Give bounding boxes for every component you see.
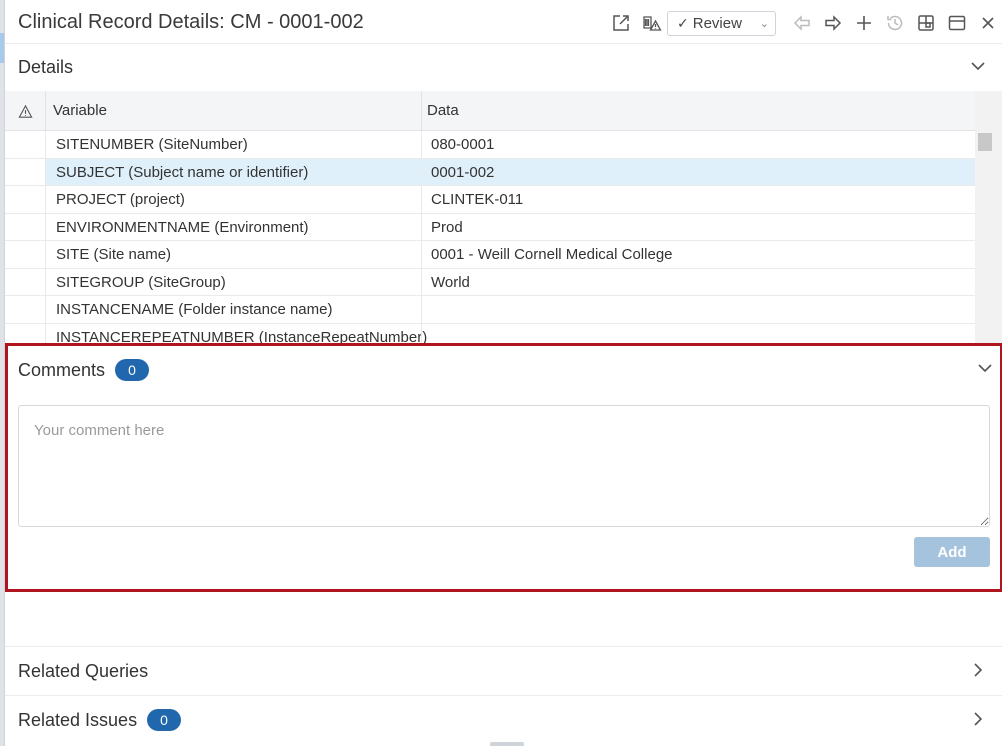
panel-icon[interactable] [941, 9, 972, 37]
comments-count-badge: 0 [115, 359, 150, 381]
column-divider[interactable] [421, 91, 422, 131]
related-queries-section-header[interactable]: Related Queries [5, 648, 1002, 695]
table-scrollbar-thumb[interactable] [978, 133, 992, 151]
details-table: Variable Data SITENUMBER (SiteNumber) 080… [5, 91, 1002, 343]
chevron-right-icon [974, 712, 983, 726]
details-title: Details [18, 56, 74, 77]
add-comment-button[interactable]: Add [914, 537, 990, 567]
layout-icon[interactable] [910, 9, 941, 37]
forward-arrow-icon[interactable] [817, 9, 848, 37]
data-cell: CLINTEK-011 [431, 191, 524, 208]
table-row[interactable]: SITENUMBER (SiteNumber) 080-0001 [5, 131, 975, 159]
variable-cell: ENVIRONMENTNAME (Environment) [56, 218, 309, 236]
warning-icon [17, 104, 33, 118]
data-cell: 0001 - Weill Cornell Medical College [431, 246, 673, 263]
resize-handle[interactable] [490, 742, 524, 746]
check-icon: ✓ [677, 14, 689, 31]
table-row-selected[interactable]: SUBJECT (Subject name or identifier) 0001… [5, 158, 975, 186]
table-body: SITENUMBER (SiteNumber) 080-0001 SUBJECT … [5, 131, 975, 343]
chevron-down-icon [978, 364, 992, 373]
plus-icon[interactable] [848, 9, 879, 37]
section-divider [5, 695, 1002, 696]
clinical-record-panel: Clinical Record Details: CM - 0001-002 ✓… [4, 0, 1002, 746]
details-section-header[interactable]: Details [5, 44, 1002, 90]
related-queries-title: Related Queries [18, 661, 149, 681]
comment-input[interactable] [18, 405, 990, 527]
data-cell: Prod [431, 218, 463, 236]
section-divider [5, 646, 1002, 647]
back-arrow-icon[interactable] [786, 9, 817, 37]
comments-title: Comments [18, 359, 106, 380]
flag-warning-icon[interactable] [636, 9, 667, 37]
related-issues-count-badge: 0 [147, 709, 182, 731]
chevron-right-icon [974, 663, 983, 677]
review-dropdown[interactable]: ✓ Review ⌄ [667, 10, 776, 36]
variable-cell: INSTANCEREPEATNUMBER (InstanceRepeatNumb… [56, 328, 428, 344]
panel-title: Clinical Record Details: CM - 0001-002 [18, 11, 364, 33]
open-external-icon[interactable] [605, 9, 636, 37]
related-issues-section-header[interactable]: Related Issues 0 [5, 697, 1002, 743]
history-icon[interactable] [879, 9, 910, 37]
variable-cell: SITE (Site name) [56, 246, 172, 263]
panel-header: Clinical Record Details: CM - 0001-002 ✓… [5, 0, 1002, 44]
table-row[interactable]: SITEGROUP (SiteGroup) World [5, 268, 975, 296]
comments-section-header[interactable]: Comments 0 [8, 346, 1000, 394]
table-scrollbar[interactable] [975, 91, 1002, 343]
data-cell: 080-0001 [431, 136, 495, 153]
close-icon[interactable] [972, 9, 1002, 37]
data-column-header[interactable]: Data [427, 91, 459, 131]
variable-cell: SUBJECT (Subject name or identifier) [56, 163, 309, 181]
table-row[interactable]: INSTANCENAME (Folder instance name) [5, 296, 975, 324]
table-row[interactable]: INSTANCEREPEATNUMBER (InstanceRepeatNumb… [5, 323, 975, 344]
related-issues-title: Related Issues [18, 709, 138, 730]
variable-cell: SITENUMBER (SiteNumber) [56, 136, 248, 153]
data-cell: World [431, 273, 470, 291]
toolbar: ✓ Review ⌄ [605, 9, 1002, 37]
variable-cell: PROJECT (project) [56, 191, 185, 208]
comments-section: Comments 0 Add [5, 343, 1002, 592]
variable-cell: INSTANCENAME (Folder instance name) [56, 301, 333, 318]
table-row[interactable]: PROJECT (project) CLINTEK-011 [5, 186, 975, 214]
review-label: Review [692, 14, 742, 32]
chevron-down-icon [971, 62, 985, 71]
variable-column-header[interactable]: Variable [53, 91, 107, 131]
table-header: Variable Data [5, 91, 975, 131]
data-cell: 0001-002 [431, 163, 495, 181]
table-row[interactable]: ENVIRONMENTNAME (Environment) Prod [5, 213, 975, 241]
warning-column-header[interactable] [5, 91, 46, 131]
chevron-down-icon: ⌄ [759, 17, 769, 30]
variable-cell: SITEGROUP (SiteGroup) [56, 273, 226, 291]
table-row[interactable]: SITE (Site name) 0001 - Weill Cornell Med… [5, 241, 975, 269]
